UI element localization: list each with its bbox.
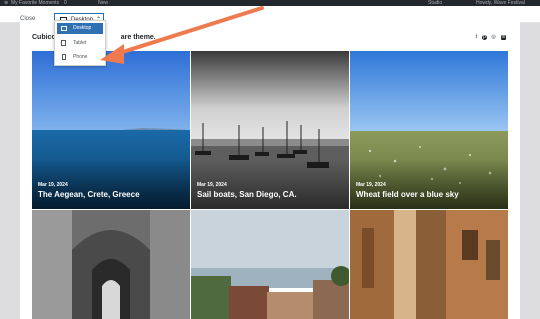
tile-date: Mar 19, 2024: [197, 182, 227, 188]
tile-date: Mar 19, 2024: [356, 182, 386, 188]
gallery-tile[interactable]: Mar 19, 2024 Sail boats, San Diego, CA.: [191, 51, 349, 209]
gallery-tile[interactable]: Mar 19, 2024 Wheat field over a blue sky: [350, 51, 508, 209]
site-title-start: Cubico: [32, 34, 56, 41]
device-option-phone[interactable]: Phone: [57, 52, 103, 63]
tablet-icon: [61, 40, 66, 46]
site-title-end: are theme.: [120, 34, 156, 41]
device-option-label: Tablet: [73, 40, 87, 46]
tile-photo-alley: [350, 210, 508, 319]
tile-caption: Sail boats, San Diego, CA.: [197, 190, 297, 199]
tile-caption: The Aegean, Crete, Greece: [38, 190, 140, 199]
device-option-label: Phone: [73, 54, 88, 60]
tile-photo-coast: [191, 210, 349, 319]
tile-photo-arches: [32, 210, 190, 319]
gallery-tile[interactable]: Mar 19, 2024 The Aegean, Crete, Greece: [32, 51, 190, 209]
pinterest-icon[interactable]: p: [482, 35, 487, 40]
gallery-tile[interactable]: [32, 210, 190, 319]
tile-caption: Wheat field over a blue sky: [356, 190, 459, 199]
desktop-icon: [61, 26, 67, 31]
gallery-tile[interactable]: [350, 210, 508, 319]
device-option-desktop[interactable]: Desktop: [57, 23, 103, 34]
tumblr-icon[interactable]: t: [474, 35, 479, 40]
instagram-icon[interactable]: ◎: [491, 35, 496, 40]
device-option-tablet[interactable]: Tablet: [57, 38, 103, 49]
device-preview-menu: Desktop Tablet Phone: [54, 20, 106, 66]
gallery-tile[interactable]: [191, 210, 349, 319]
linkedin-icon[interactable]: in: [501, 35, 506, 40]
site-preview: Cubico are theme. t p ◎ in Mar 19, 2024 T…: [20, 22, 520, 319]
phone-icon: [62, 54, 66, 60]
tile-date: Mar 19, 2024: [38, 182, 68, 188]
device-option-label: Desktop: [73, 25, 92, 31]
